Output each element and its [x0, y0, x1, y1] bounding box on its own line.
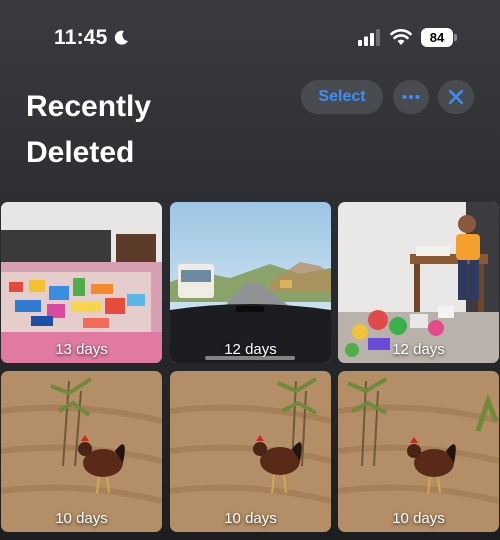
- status-time: 11:45: [54, 26, 108, 49]
- wifi-icon: [390, 29, 412, 45]
- battery-level: 84: [421, 28, 453, 47]
- photo-thumbnail: [170, 202, 331, 363]
- battery-icon: 84: [421, 28, 457, 47]
- days-remaining-label: 10 days: [392, 510, 445, 527]
- photo-grid: 13 days 12 days 12 days 10 days 10 days …: [0, 202, 500, 540]
- days-remaining-label: 12 days: [392, 341, 445, 358]
- more-options-button[interactable]: [393, 80, 429, 114]
- moon-icon: [114, 30, 128, 45]
- photo-thumbnail: [1, 202, 162, 363]
- scroll-indicator: [205, 356, 295, 360]
- photo-thumbnail: [170, 371, 331, 532]
- photo-thumbnail: [338, 371, 499, 532]
- page-title: Recently Deleted: [26, 90, 152, 169]
- photo-thumbnail: [338, 202, 499, 363]
- days-remaining-label: 10 days: [55, 510, 108, 527]
- select-button[interactable]: Select: [301, 80, 383, 114]
- close-button[interactable]: [438, 80, 474, 114]
- photo-thumbnail: [1, 371, 162, 532]
- photo-tile[interactable]: 12 days: [170, 202, 331, 363]
- days-remaining-label: 10 days: [224, 510, 277, 527]
- status-bar: 11:45 84: [0, 0, 500, 72]
- photo-tile[interactable]: 13 days: [1, 202, 162, 363]
- days-remaining-label: 13 days: [55, 341, 108, 358]
- ellipsis-icon: [402, 95, 420, 99]
- signal-icon: [358, 29, 380, 46]
- photo-tile[interactable]: 10 days: [338, 371, 499, 532]
- photo-tile[interactable]: 12 days: [338, 202, 499, 363]
- close-icon: [448, 89, 464, 105]
- recently-deleted-screen: 11:45 84 Recently Deleted Select 13 days…: [0, 0, 500, 540]
- photo-tile[interactable]: 10 days: [170, 371, 331, 532]
- photo-tile[interactable]: 10 days: [1, 371, 162, 532]
